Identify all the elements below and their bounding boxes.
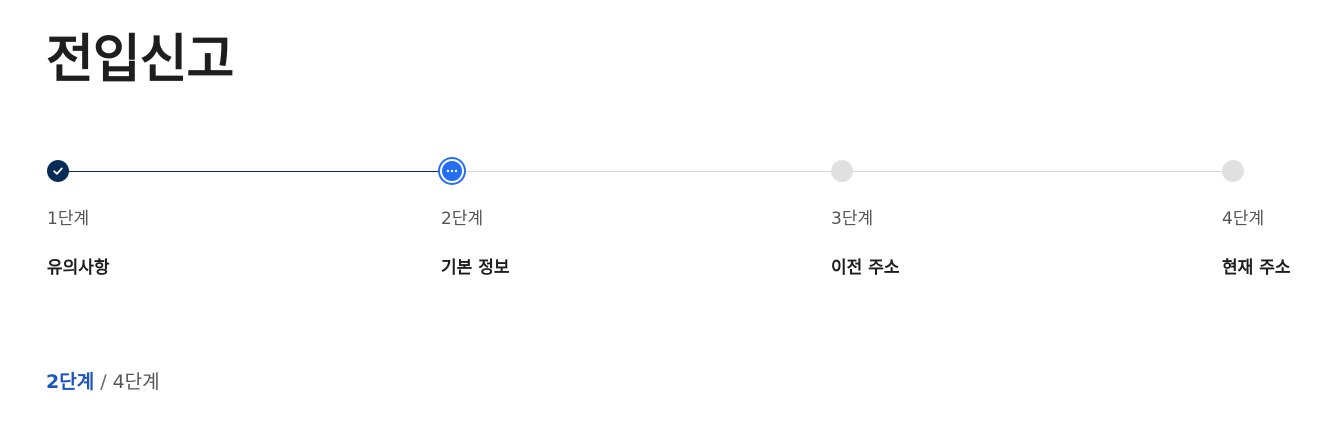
progress-current-step: 2단계 xyxy=(46,371,95,393)
step-1-number: 1단계 xyxy=(47,209,90,229)
check-icon xyxy=(53,167,63,175)
step-3-name: 이전 주소 xyxy=(831,258,900,278)
step-4-name: 현재 주소 xyxy=(1222,258,1291,278)
step-1-marker xyxy=(47,160,69,182)
step-4-number: 4단계 xyxy=(1222,209,1265,229)
progress-separator: / xyxy=(100,371,107,393)
step-2-name: 기본 정보 xyxy=(441,258,510,278)
step-connector-completed xyxy=(58,171,452,172)
step-3-number: 3단계 xyxy=(831,209,874,229)
step-indicator: 1단계 유의사항 2단계 기본 정보 3단계 이전 주소 4단계 현재 주소 xyxy=(0,0,1327,300)
step-2-number: 2단계 xyxy=(441,209,484,229)
step-progress: 2단계/4단계 xyxy=(46,367,160,394)
step-1-name: 유의사항 xyxy=(47,258,110,278)
progress-total-steps: 4단계 xyxy=(112,371,160,393)
ellipsis-icon xyxy=(446,169,458,173)
step-4-marker xyxy=(1222,160,1244,182)
step-3-marker xyxy=(831,160,853,182)
step-2-marker xyxy=(440,159,464,183)
